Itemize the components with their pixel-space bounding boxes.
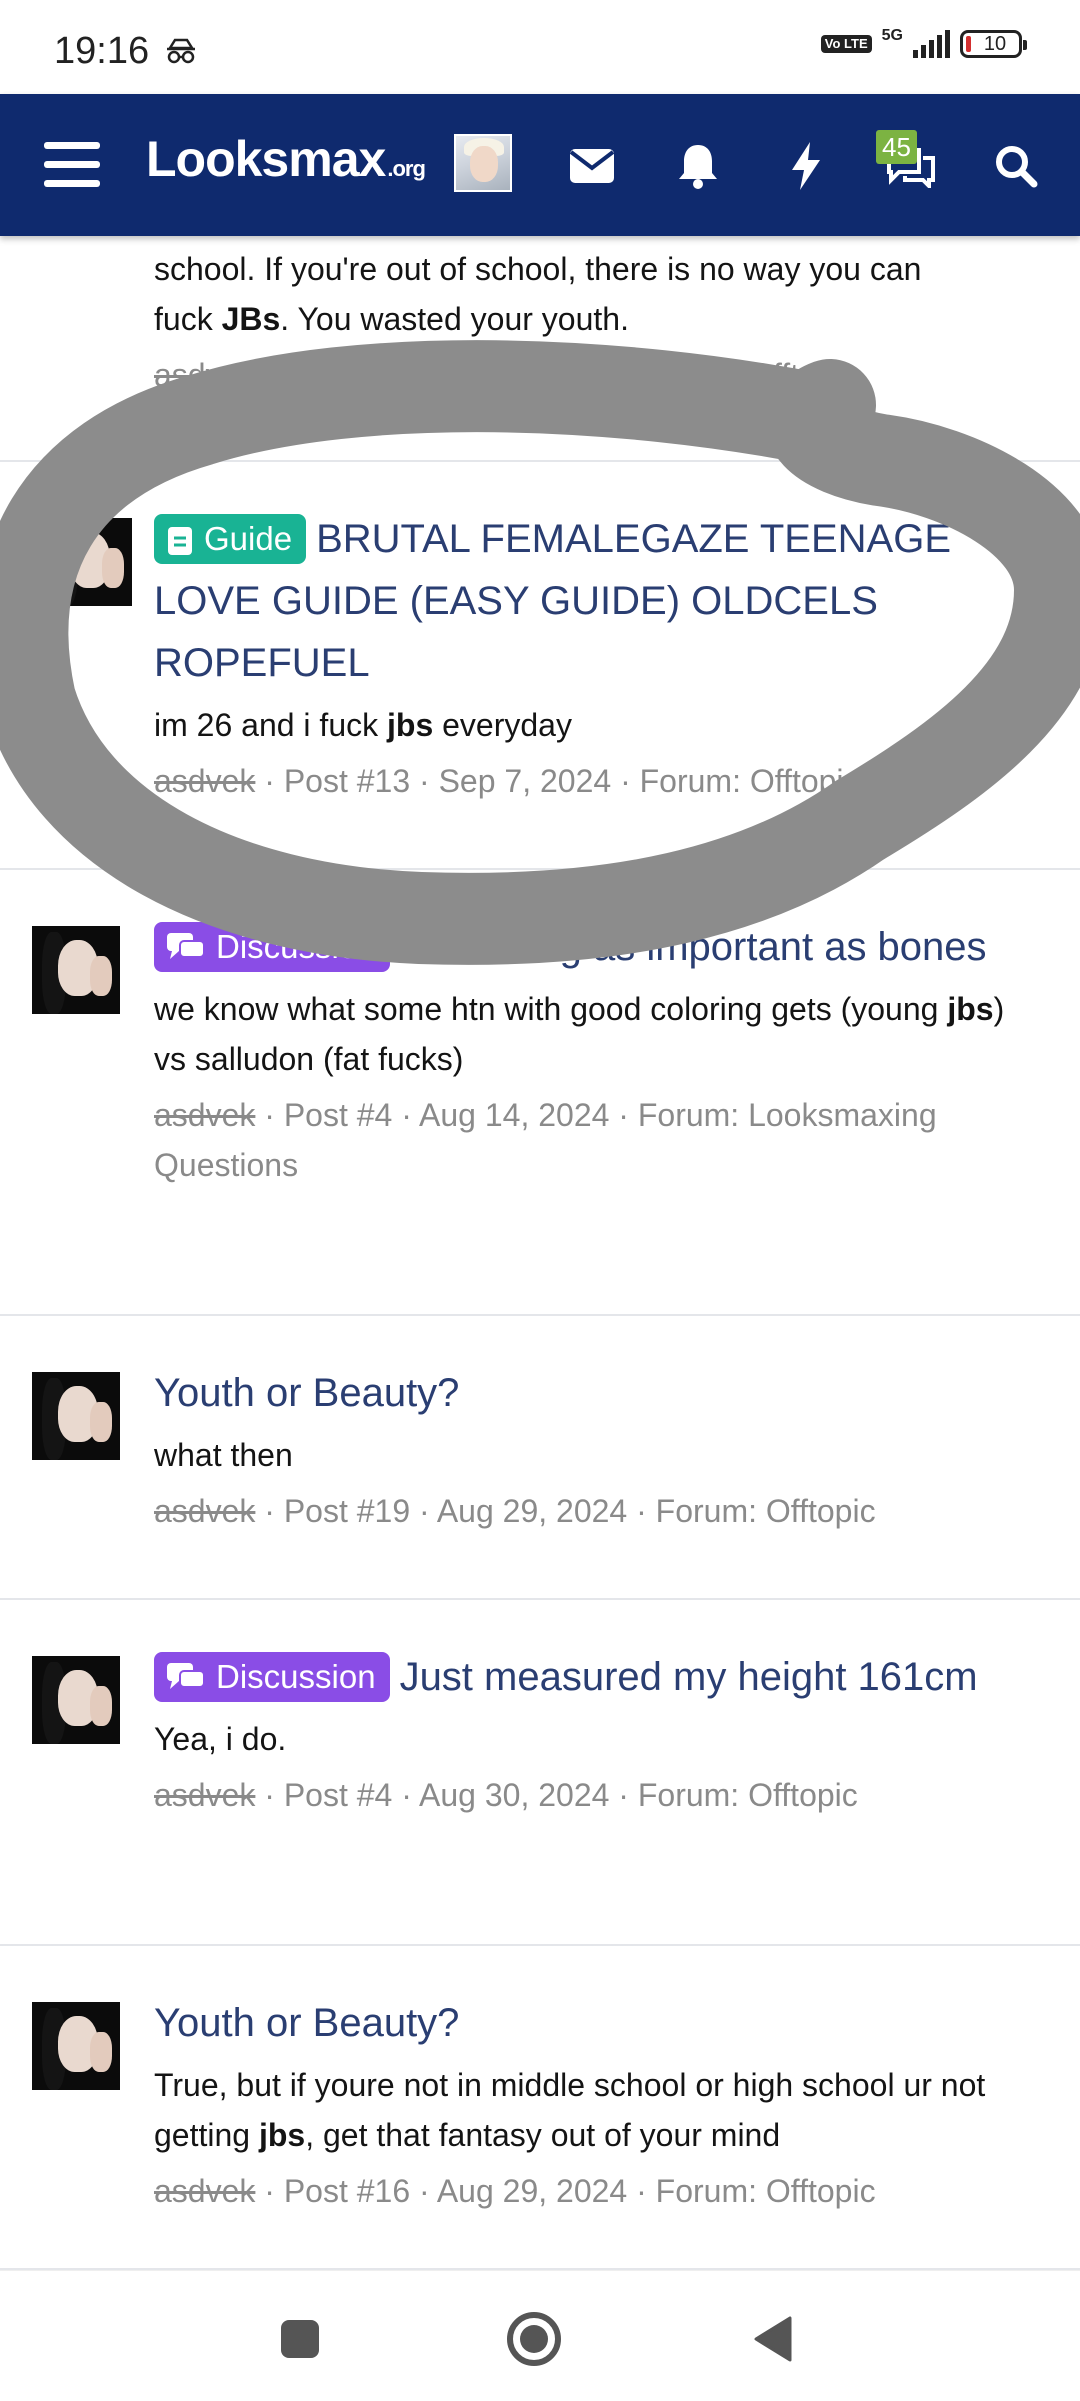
discussion-label: Discussion (154, 1652, 390, 1702)
author-link[interactable]: asdvek (154, 763, 255, 799)
author-link[interactable]: asdvek (154, 2173, 255, 2209)
network-type: 5G (881, 27, 903, 44)
signal-icon (913, 30, 950, 58)
result-meta: asdvek · Post #4 · Aug 30, 2024 · Forum:… (154, 1777, 858, 1813)
forum-link[interactable]: Forum: Offtopic (640, 763, 860, 799)
forum-link[interactable]: Forum: Offtopic (638, 1777, 858, 1813)
result-meta: asdvek · Post #4 · Aug 14, 2024 · Forum:… (154, 1097, 937, 1183)
avatar[interactable] (32, 2002, 120, 2090)
forum-link[interactable]: Forum: Offtopic (656, 2173, 876, 2209)
back-button[interactable] (740, 2307, 804, 2371)
result-title[interactable]: Youth or Beauty? (154, 1992, 1040, 2054)
list-item[interactable]: school. If you're out of school, there i… (0, 236, 1080, 462)
recents-button[interactable] (268, 2307, 332, 2371)
status-bar: 19:16 Vo LTE 5G 10 (0, 0, 1080, 94)
site-header: Looksmax.org (0, 94, 1080, 236)
menu-icon[interactable] (44, 142, 100, 188)
result-snippet: what then (154, 1437, 293, 1473)
volte-icon: Vo LTE (820, 35, 872, 53)
result-meta: asdvek · Post #19 · Aug 29, 2024 · Forum… (154, 1493, 876, 1529)
discussion-label: Discussion (154, 922, 390, 972)
avatar[interactable] (44, 518, 132, 606)
author-link[interactable]: asdvek (154, 1777, 255, 1813)
site-logo[interactable]: Looksmax.org (146, 130, 426, 188)
incognito-icon (166, 38, 196, 69)
avatar[interactable] (32, 926, 120, 1014)
status-time: 19:16 (54, 30, 150, 72)
avatar[interactable] (32, 1656, 120, 1744)
result-snippet: Yea, i do. (154, 1721, 287, 1757)
list-item[interactable]: Youth or Beauty? what then asdvek · Post… (0, 1316, 1080, 1600)
search-icon[interactable] (988, 138, 1044, 194)
result-title[interactable]: Discussion Is coloring as important as bo… (154, 916, 1040, 978)
result-meta: asdvek · Post #13 · Sep 7, 2024 · Forum:… (154, 763, 860, 799)
lightning-icon[interactable] (778, 138, 834, 194)
battery-icon: 10 (960, 30, 1027, 58)
list-item[interactable]: Discussion Just measured my height 161cm … (0, 1600, 1080, 1946)
list-item[interactable]: Guide BRUTAL FEMALEGAZE TEENAGE LOVE GUID… (0, 462, 1080, 870)
result-snippet: im 26 and i fuck jbs everyday (154, 707, 572, 743)
battery-level: 10 (983, 32, 1007, 55)
result-snippet: we know what some htn with good coloring… (154, 991, 1005, 1077)
avatar[interactable] (32, 1372, 120, 1460)
mail-icon[interactable] (564, 138, 620, 194)
system-nav-bar (0, 2270, 1080, 2401)
list-item[interactable]: Discussion Is coloring as important as bo… (0, 870, 1080, 1316)
list-item[interactable]: Youth or Beauty? True, but if youre not … (0, 1946, 1080, 2270)
home-button[interactable] (502, 2307, 566, 2371)
avatar[interactable] (454, 134, 512, 192)
result-meta: asdvek · Post #4 · Aug 12, 2024 · Forum:… (154, 357, 858, 393)
bell-icon[interactable] (670, 138, 726, 194)
status-indicators: Vo LTE 5G 10 (820, 27, 1027, 58)
notification-badge: 45 (876, 130, 917, 164)
result-snippet: True, but if youre not in middle school … (154, 2067, 986, 2153)
result-snippet: school. If you're out of school, there i… (154, 251, 922, 337)
author-link[interactable]: asdvek (154, 1493, 255, 1529)
result-title[interactable]: Discussion Just measured my height 161cm (154, 1646, 1040, 1708)
guide-label: Guide (154, 514, 307, 564)
forum-link[interactable]: Forum: Offtopic (638, 357, 858, 393)
result-title[interactable]: Youth or Beauty? (154, 1362, 1040, 1424)
author-link[interactable]: asdvek (154, 1097, 255, 1133)
forum-link[interactable]: Forum: Offtopic (656, 1493, 876, 1529)
result-title[interactable]: Guide BRUTAL FEMALEGAZE TEENAGE LOVE GUID… (154, 508, 1040, 694)
author-link[interactable]: asdvek (154, 357, 255, 393)
result-meta: asdvek · Post #16 · Aug 29, 2024 · Forum… (154, 2173, 876, 2209)
